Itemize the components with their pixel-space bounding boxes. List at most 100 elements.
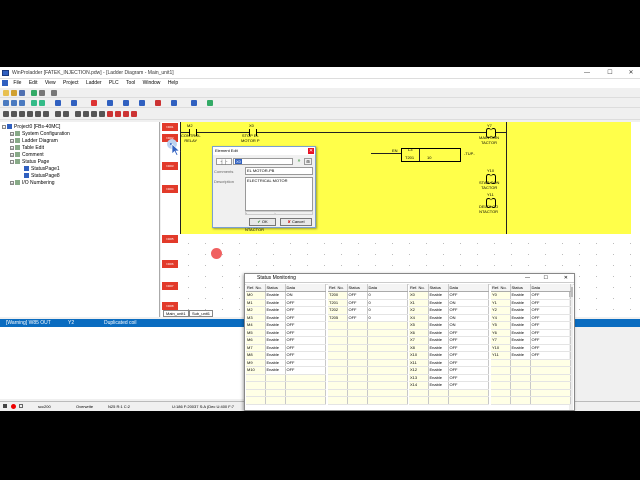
data-cell[interactable] (530, 359, 571, 367)
status-cell[interactable]: Enable (510, 336, 531, 345)
data-cell[interactable] (367, 381, 408, 390)
data-cell[interactable]: OFF (448, 374, 489, 382)
ref-no-cell[interactable] (328, 359, 348, 367)
table-row[interactable] (328, 381, 408, 390)
data-cell[interactable] (448, 396, 489, 405)
table-row[interactable]: M2 Enable OFF (246, 306, 326, 315)
find-icon[interactable] (55, 100, 61, 106)
data-cell[interactable] (367, 389, 408, 397)
data-cell[interactable] (530, 374, 571, 382)
data-cell[interactable] (285, 389, 326, 397)
expand-icon[interactable]: + (10, 138, 14, 143)
collapse-icon[interactable]: - (10, 159, 14, 164)
menu-ladder[interactable]: Ladder (83, 79, 105, 87)
ref-no-cell[interactable] (328, 389, 348, 397)
data-cell[interactable]: OFF (285, 299, 326, 307)
table-row[interactable]: X7 Enable OFF (409, 336, 489, 345)
save-icon[interactable] (19, 90, 25, 96)
compile-icon[interactable] (91, 100, 97, 106)
status-cell[interactable]: Enable (510, 306, 531, 315)
expand-icon[interactable]: + (10, 180, 14, 185)
table-row[interactable] (246, 374, 326, 382)
status-cell[interactable] (510, 366, 531, 375)
ref-no-cell[interactable] (491, 381, 511, 390)
table-row[interactable] (409, 396, 489, 405)
expand-icon[interactable]: + (10, 131, 14, 136)
rung-label[interactable]: N006 (162, 260, 178, 268)
table-row[interactable] (491, 374, 571, 382)
table-row[interactable] (246, 389, 326, 397)
status-cell[interactable]: Enable (265, 366, 286, 375)
delete-row-icon[interactable] (115, 111, 121, 117)
data-cell[interactable]: OFF (285, 344, 326, 352)
ref-no-cell[interactable] (409, 396, 429, 405)
ref-no-cell[interactable] (328, 329, 348, 337)
description-textarea[interactable]: ELECTRICAL MOTOR (245, 177, 313, 211)
status-cell[interactable] (347, 344, 368, 352)
hline-icon[interactable] (35, 111, 41, 117)
ref-no-cell[interactable]: M9 (246, 359, 266, 367)
ref-no-cell[interactable]: X8 (409, 344, 429, 352)
table-row[interactable]: M5 Enable OFF (246, 329, 326, 337)
status-cell[interactable]: Enable (265, 344, 286, 352)
ref-no-cell[interactable]: Y0 (491, 291, 511, 300)
table-row[interactable] (328, 366, 408, 375)
table-row[interactable]: X14 Enable OFF (409, 381, 489, 390)
menu-file[interactable]: File (10, 79, 24, 87)
window-icon[interactable] (207, 100, 213, 106)
rung-label[interactable]: N001 (162, 123, 178, 131)
data-cell[interactable]: OFF (530, 299, 571, 307)
status-cell[interactable]: Enable (428, 381, 449, 390)
ref-no-cell[interactable]: M2 (246, 306, 266, 315)
table-row[interactable]: Y1 Enable OFF (491, 299, 571, 307)
data-cell[interactable]: OFF (530, 291, 571, 300)
status-cell[interactable]: Enable (265, 329, 286, 337)
status-cell[interactable]: Enable (265, 321, 286, 330)
ref-no-cell[interactable]: M0 (246, 291, 266, 300)
table-row[interactable] (328, 396, 408, 405)
delete-col-icon[interactable] (123, 111, 129, 117)
status-cell[interactable] (510, 396, 531, 405)
status-cell[interactable] (347, 366, 368, 375)
ref-no-cell[interactable]: Y2 (491, 306, 511, 315)
menu-project[interactable]: Project (60, 79, 82, 87)
expand-icon[interactable]: + (10, 152, 14, 157)
table-row[interactable]: Y6 Enable OFF (491, 329, 571, 337)
status-cell[interactable]: Enable (428, 314, 449, 322)
status-cell[interactable]: Enable (510, 329, 531, 337)
data-cell[interactable]: OFF (448, 366, 489, 375)
table-row[interactable] (491, 366, 571, 375)
status-cell[interactable]: OFF (347, 291, 368, 300)
message-pane[interactable] (0, 327, 245, 399)
ref-no-cell[interactable] (491, 396, 511, 405)
ref-no-cell[interactable]: T201 (328, 299, 348, 307)
tree-ladder-diagram[interactable]: + Ladder Diagram (10, 138, 58, 144)
data-cell[interactable]: ON (448, 314, 489, 322)
ref-no-cell[interactable]: Y10 (491, 344, 511, 352)
status-cell[interactable]: Enable (428, 299, 449, 307)
status-cell[interactable]: Enable (265, 359, 286, 367)
data-cell[interactable]: OFF (530, 321, 571, 330)
menu-help[interactable]: Help (165, 79, 181, 87)
table-row[interactable]: M1 Enable OFF (246, 299, 326, 307)
data-cell[interactable]: OFF (448, 344, 489, 352)
data-cell[interactable]: OFF (530, 314, 571, 322)
delete-vline-icon[interactable] (131, 111, 137, 117)
data-cell[interactable]: OFF (448, 359, 489, 367)
status-cell[interactable]: Enable (265, 336, 286, 345)
tree-table-edit[interactable]: + Table Edit (10, 145, 44, 151)
new-icon[interactable] (3, 90, 9, 96)
browse-icon[interactable]: ⊞ (304, 158, 312, 165)
menu-plc[interactable]: PLC (106, 79, 122, 87)
status-cell[interactable] (265, 396, 286, 405)
ref-no-cell[interactable] (491, 374, 511, 382)
table-row[interactable] (491, 389, 571, 397)
data-cell[interactable] (367, 344, 408, 352)
table-row[interactable] (328, 344, 408, 352)
status-cell[interactable] (510, 381, 531, 390)
data-cell[interactable] (530, 381, 571, 390)
run-icon[interactable] (123, 100, 129, 106)
ref-no-cell[interactable]: X1 (409, 299, 429, 307)
table-row[interactable]: Y11 Enable OFF (491, 351, 571, 360)
data-cell[interactable] (367, 329, 408, 337)
